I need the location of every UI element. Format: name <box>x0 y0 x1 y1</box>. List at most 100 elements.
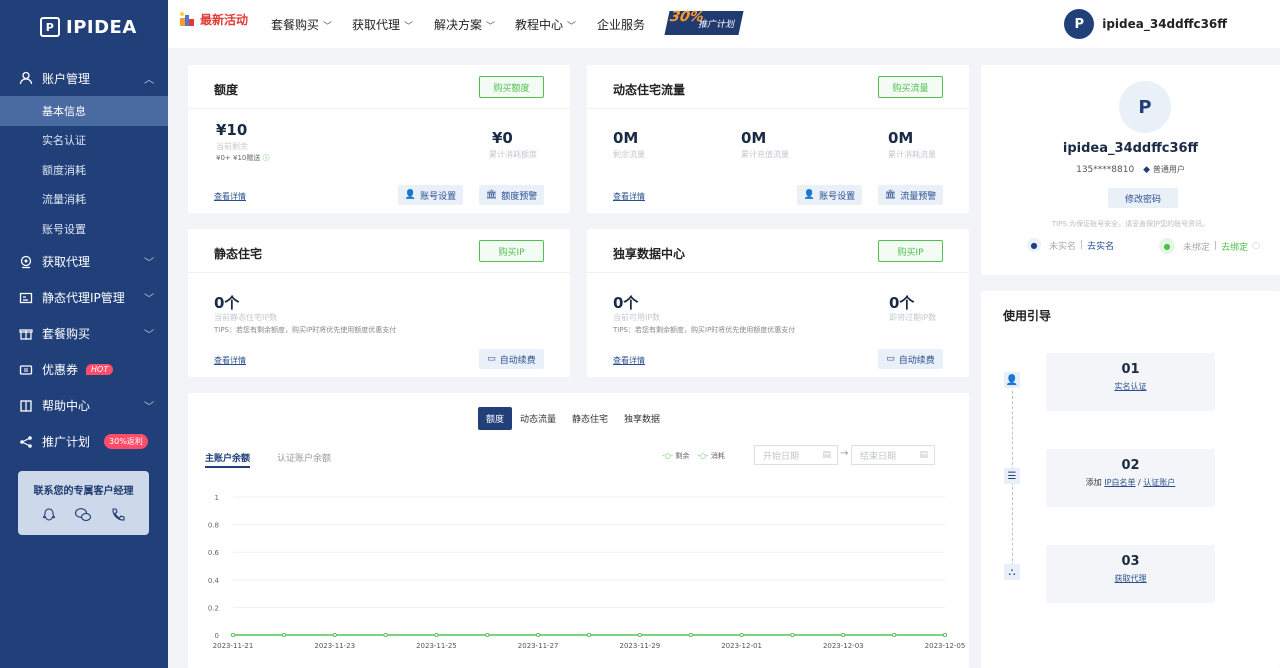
end-date-input[interactable]: 结束日期 ▤ <box>851 445 935 465</box>
buy-traffic-button[interactable]: 购买流量 <box>878 76 943 98</box>
traffic-alert-button[interactable]: 🏛 流量预警 <box>878 185 943 205</box>
wechat-bind-link[interactable]: 去绑定 <box>1221 240 1248 253</box>
nav-label: 教程中心 <box>515 18 564 32</box>
x-tick-label: 2023-12-01 <box>721 642 762 650</box>
change-password-button[interactable]: 修改密码 <box>1108 188 1178 208</box>
x-tick-label: 2023-11-25 <box>416 642 457 650</box>
button-label: 账号设置 <box>819 191 856 202</box>
view-details-link[interactable]: 查看详情 <box>214 191 246 202</box>
profile-username: ipidea_34ddffc36ff <box>1062 141 1199 156</box>
sidebar-group-label: 套餐购买 <box>42 327 91 341</box>
nav-packages[interactable]: 套餐购买 ﹀ <box>271 16 332 33</box>
user-settings-icon: 👤 <box>404 190 417 200</box>
card-icon: ▭ <box>487 354 496 364</box>
user-menu[interactable]: P ipidea_34ddffc36ff <box>1064 9 1227 39</box>
sidebar-group-account[interactable]: 账户管理 ︿ <box>0 60 168 96</box>
nav-latest-activity[interactable]: 最新活动 <box>178 10 248 31</box>
dc-available-label: 当前可用IP数 <box>613 313 661 322</box>
nav-enterprise[interactable]: 企业服务 <box>597 16 645 33</box>
coupon-icon <box>18 362 34 378</box>
tab-main-account-balance[interactable]: 主账户余额 <box>205 451 251 468</box>
step-get-proxy-link[interactable]: 获取代理 <box>1046 573 1215 584</box>
sidebar-item-traffic-usage[interactable]: 流量消耗 <box>0 185 168 215</box>
chevron-down-icon: ﹀ <box>404 22 414 32</box>
sidebar-group-referral[interactable]: 推广计划 30%返利 <box>0 424 168 460</box>
sidebar-item-quota-usage[interactable]: 额度消耗 <box>0 155 168 185</box>
ip-whitelist-link[interactable]: IP白名单 <box>1104 478 1135 487</box>
phone-icon[interactable] <box>110 507 126 526</box>
tab-datacenter[interactable]: 独享数据 <box>616 407 668 430</box>
tab-dynamic-traffic[interactable]: 动态流量 <box>512 407 564 430</box>
data-point <box>332 632 337 637</box>
brand-logo[interactable]: P IPIDEA <box>0 0 168 54</box>
quota-card: 额度 购买额度 ¥10 当前剩余 ¥0+ ¥10赠送 ⓘ ¥0 累计消耗额度 查… <box>188 65 570 213</box>
realname-status-text: 未实名 <box>1049 241 1077 252</box>
tab-quota[interactable]: 额度 <box>478 407 513 430</box>
static-tips: TIPS：若您有剩余额度，购买IP时将优先使用额度优惠支付 <box>214 326 397 334</box>
chevron-down-icon: ﹀ <box>144 330 154 341</box>
location-icon <box>18 254 34 270</box>
date-placeholder: 结束日期 <box>860 451 897 462</box>
auto-renew-button[interactable]: ▭ 自动续费 <box>479 349 544 369</box>
buy-ip-button[interactable]: 购买IP <box>479 240 544 262</box>
nav-tutorials[interactable]: 教程中心 ﹀ <box>515 16 576 33</box>
quota-remain-label: 当前剩余 <box>216 142 248 151</box>
view-details-link[interactable]: 查看详情 <box>613 355 645 366</box>
step-number: 03 <box>1121 554 1140 569</box>
view-details-link[interactable]: 查看详情 <box>214 355 246 366</box>
arrow-right-icon: → <box>840 448 849 459</box>
referral-promo-banner[interactable]: 30% 推广计划 <box>664 9 744 35</box>
buy-quota-button[interactable]: 购买额度 <box>479 76 544 98</box>
legend-used[interactable]: -○- 消耗 <box>697 451 724 461</box>
y-tick-label: 0.4 <box>208 577 220 585</box>
card-title: 动态住宅流量 <box>613 83 686 97</box>
tab-auth-account-balance[interactable]: 认证账户余额 <box>277 451 331 464</box>
sidebar-item-basic-info[interactable]: 基本信息 <box>0 96 168 126</box>
x-tick-label: 2023-11-29 <box>620 642 661 650</box>
account-manager-box: 联系您的专属客户经理 <box>18 471 149 535</box>
data-point <box>485 632 490 637</box>
sidebar-group-packages[interactable]: 套餐购买 ﹀ <box>0 316 168 352</box>
auto-renew-button[interactable]: ▭ 自动续费 <box>878 349 943 369</box>
wechat-icon[interactable] <box>74 507 92 526</box>
nav-get-proxy[interactable]: 获取代理 ﹀ <box>352 16 413 33</box>
data-point <box>281 632 286 637</box>
step-prefix: 添加 <box>1085 478 1102 487</box>
legend-remain[interactable]: -○- 剩余 <box>662 451 689 461</box>
static-residential-card: 静态住宅 购买IP 0个 当前静态住宅IP数 TIPS：若您有剩余额度，购买IP… <box>188 229 570 377</box>
x-tick-label: 2023-11-21 <box>213 642 254 650</box>
divider <box>587 108 969 109</box>
top-nav: 最新活动 套餐购买 ﹀ 获取代理 ﹀ 解决方案 ﹀ 教程中心 ﹀ 企业服务 30% 推广… <box>168 0 1280 48</box>
data-point <box>943 632 948 637</box>
nav-solutions[interactable]: 解决方案 ﹀ <box>434 16 495 33</box>
wechat-status-text: 未绑定 <box>1183 242 1211 253</box>
quota-used-label: 累计消耗额度 <box>489 150 537 159</box>
sidebar-group-coupons[interactable]: 优惠券 HOT <box>0 352 168 388</box>
data-point <box>790 632 795 637</box>
buy-ip-button[interactable]: 购买IP <box>878 240 943 262</box>
card-icon: ▭ <box>886 354 895 364</box>
realname-link[interactable]: 去实名 <box>1087 239 1114 252</box>
quota-alert-button[interactable]: 🏛 额度预警 <box>479 185 544 205</box>
data-point <box>739 632 744 637</box>
traffic-remain-label: 剩余流量 <box>613 150 645 159</box>
start-date-input[interactable]: 开始日期 ▤ <box>754 445 838 465</box>
brand-name: IPIDEA <box>66 16 137 38</box>
auth-account-link[interactable]: 认证账户 <box>1143 478 1175 487</box>
sidebar-item-realname[interactable]: 实名认证 <box>0 126 168 156</box>
account-settings-button[interactable]: 👤 账号设置 <box>797 185 862 205</box>
account-settings-button[interactable]: 👤 账号设置 <box>398 185 463 205</box>
sidebar-group-get-proxy[interactable]: 获取代理 ﹀ <box>0 244 168 280</box>
list-check-icon: ☰ <box>1004 468 1020 484</box>
data-point <box>383 632 388 637</box>
sidebar-item-account-settings[interactable]: 账号设置 <box>0 214 168 244</box>
qq-icon[interactable] <box>41 507 57 526</box>
tab-static-residential[interactable]: 静态住宅 <box>564 407 616 430</box>
sidebar-group-help[interactable]: 帮助中心 ﹀ <box>0 388 168 424</box>
step-number: 02 <box>1121 458 1140 473</box>
quota-remain-value: ¥10 <box>216 121 248 139</box>
step-realname-link[interactable]: 实名认证 <box>1046 381 1215 392</box>
info-icon[interactable]: ⓘ <box>263 154 270 162</box>
view-details-link[interactable]: 查看详情 <box>613 191 645 202</box>
sidebar-group-static-ip[interactable]: 静态代理IP管理 ﹀ <box>0 280 168 316</box>
